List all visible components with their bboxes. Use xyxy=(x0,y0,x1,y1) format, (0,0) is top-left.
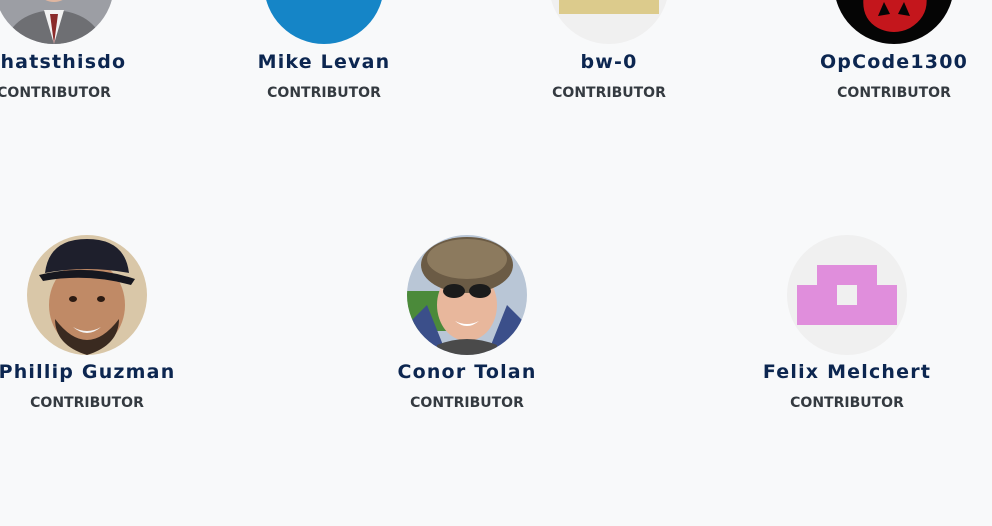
avatar[interactable] xyxy=(549,0,669,44)
contributor-role: CONTRIBUTOR xyxy=(790,395,904,411)
avatar[interactable] xyxy=(834,0,954,44)
contributor-role: CONTRIBUTOR xyxy=(267,85,381,101)
avatar[interactable] xyxy=(27,235,147,355)
contributor-name[interactable]: whatsthisdo xyxy=(0,51,184,73)
contributor-role: CONTRIBUTOR xyxy=(410,395,524,411)
contributors-page: whatsthisdo CONTRIBUTOR Mike Levan CONTR… xyxy=(0,0,992,526)
avatar-red-creature-icon xyxy=(834,0,954,44)
contributor-name[interactable]: Phillip Guzman xyxy=(0,361,217,383)
contributor-role: CONTRIBUTOR xyxy=(30,395,144,411)
contributor-role: CONTRIBUTOR xyxy=(552,85,666,101)
contributor-role: CONTRIBUTOR xyxy=(837,85,951,101)
contributor-name[interactable]: bw-0 xyxy=(479,51,739,73)
contributor-role: CONTRIBUTOR xyxy=(0,85,111,101)
contributor-name[interactable]: Conor Tolan xyxy=(337,361,597,383)
avatar-pink-identicon-icon xyxy=(787,235,907,355)
avatar-blue-circle-icon xyxy=(264,0,384,44)
contributor-name[interactable]: OpCode1300 xyxy=(764,51,992,73)
avatar-photo-man-fur-hat-icon xyxy=(407,235,527,355)
avatar-photo-man-suit-icon xyxy=(0,0,114,44)
avatar-tan-identicon-icon xyxy=(549,0,669,44)
avatar[interactable] xyxy=(407,235,527,355)
contributor-name[interactable]: Felix Melchert xyxy=(717,361,977,383)
avatar[interactable] xyxy=(264,0,384,44)
avatar[interactable] xyxy=(787,235,907,355)
avatar[interactable] xyxy=(0,0,114,44)
contributor-name[interactable]: Mike Levan xyxy=(194,51,454,73)
avatar-photo-man-cap-icon xyxy=(27,235,147,355)
